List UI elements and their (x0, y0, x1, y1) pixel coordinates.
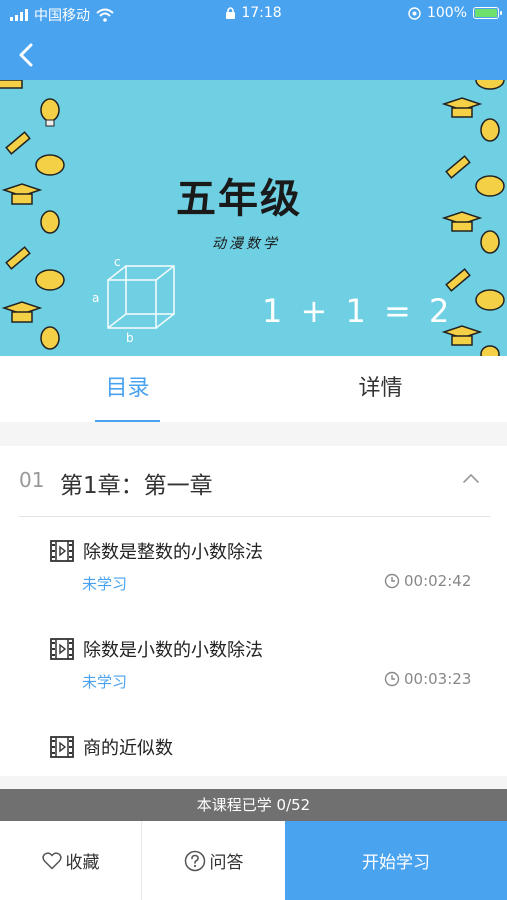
lesson-duration: 00:03:23 (404, 670, 472, 688)
tab-active-indicator (95, 420, 160, 422)
left-decor (0, 80, 65, 350)
battery-percent: 100% (426, 5, 467, 21)
back-arrow-icon[interactable] (10, 37, 46, 73)
video-icon (50, 638, 74, 660)
favorite-button[interactable]: 收藏 (0, 821, 142, 900)
chapter-divider (19, 516, 490, 517)
lock-icon (226, 7, 236, 19)
heart-icon (41, 851, 62, 869)
chevron-up-icon[interactable] (460, 468, 482, 490)
lesson-title: 商的近似数 (83, 738, 173, 759)
cube-label-a: a (92, 291, 99, 305)
video-icon (50, 736, 74, 758)
nav-bar (0, 30, 507, 80)
lesson-duration: 00:02:42 (404, 572, 472, 590)
favorite-label: 收藏 (65, 853, 100, 873)
chapter-header[interactable]: 01 第1章：第一章 (0, 446, 507, 518)
lesson-item[interactable]: 商的近似数 (0, 736, 507, 776)
course-banner: a c b 五年级 动漫数学 1 + 1 = 2 (0, 80, 507, 356)
lesson-item[interactable]: 除数是小数的小数除法 未学习 00:03:23 (0, 638, 507, 734)
battery-icon (473, 7, 502, 19)
qa-button[interactable]: 问答 (142, 821, 285, 900)
bottom-action-bar: 收藏 问答 开始学习 (0, 821, 507, 900)
course-progress-bar: 本课程已学 0/52 (0, 789, 507, 821)
clock-icon (384, 671, 400, 687)
lesson-title: 除数是小数的小数除法 (83, 640, 263, 661)
start-learning-button[interactable]: 开始学习 (285, 821, 507, 900)
question-icon (184, 850, 205, 871)
clock-icon (384, 573, 400, 589)
chapter-number: 01 (19, 468, 45, 492)
tab-bar: 目录 详情 (0, 356, 507, 422)
catalog-list: 01 第1章：第一章 除数是整数的小数除法 未学习 00:02:42 除数是小数… (0, 446, 507, 776)
status-bar: 中国移动 17:18 100% (0, 0, 507, 30)
lesson-item[interactable]: 除数是整数的小数除法 未学习 00:02:42 (0, 540, 507, 636)
banner-formula: 1 + 1 = 2 (262, 292, 454, 330)
tab-details[interactable]: 详情 (313, 356, 448, 422)
cube-label-c: c (114, 255, 121, 269)
cube-sketch (107, 265, 175, 329)
chapter-title: 第1章：第一章 (60, 473, 213, 499)
tab-catalog[interactable]: 目录 (60, 356, 195, 422)
video-icon (50, 540, 74, 562)
lesson-title: 除数是整数的小数除法 (83, 542, 263, 563)
clock-time: 17:18 (241, 5, 282, 21)
qa-label: 问答 (209, 853, 244, 873)
location-icon (408, 6, 421, 20)
cube-label-b: b (126, 331, 134, 345)
banner-title: 五年级 (176, 176, 302, 222)
banner-subtitle: 动漫数学 (212, 236, 280, 252)
lesson-status: 未学习 (82, 673, 128, 691)
lesson-status: 未学习 (82, 575, 128, 593)
status-bar-right: 100% (408, 5, 502, 21)
